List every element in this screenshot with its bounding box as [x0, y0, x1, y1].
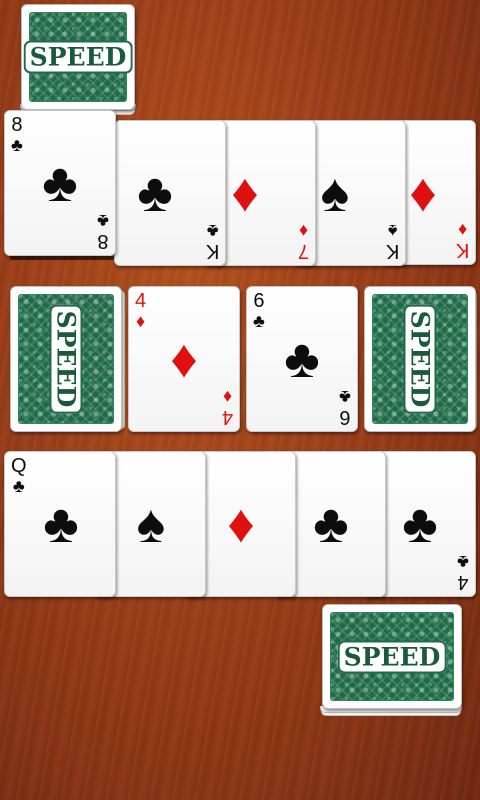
card-rank: 6	[253, 290, 265, 312]
card-corner: 6 ♣	[253, 291, 265, 330]
card-rank: 4	[135, 290, 147, 312]
card-back: SPEED	[21, 4, 135, 110]
card-rank: K	[385, 240, 399, 262]
card-suit-icon: ♦	[222, 387, 233, 407]
play-pile-left[interactable]: 4 ♦ 4 ♦ ♦	[128, 286, 240, 432]
card-suit-icon: ♣	[12, 476, 25, 496]
card-suit-icon: ♦	[135, 311, 146, 331]
card-corner: K ♣	[205, 221, 219, 262]
card-suit-icon: ♣	[457, 552, 469, 572]
card-center-suit-icon: ♦	[170, 329, 198, 389]
card-center-suit-icon: ♠	[136, 494, 166, 554]
card-suit-icon: ♣	[11, 135, 23, 155]
speed-logo: SPEED	[337, 640, 447, 673]
card-suit-icon: ♣	[253, 311, 265, 331]
speed-logo: SPEED	[49, 304, 83, 414]
play-pile-right[interactable]: 6 ♣ 6 ♣ ♣	[246, 286, 358, 432]
card-suit-icon: ♣	[339, 387, 351, 407]
card-suit-icon: ♣	[97, 211, 109, 231]
card-corner: K ♠	[385, 221, 399, 262]
card-back[interactable]: SPEED	[364, 286, 476, 432]
card-center-suit-icon: ♣	[402, 494, 438, 554]
card-corner: K ♦	[455, 220, 469, 261]
card-center-suit-icon: ♣	[137, 163, 173, 223]
card-rank: K	[455, 239, 469, 261]
card-corner: 4 ♦	[135, 291, 146, 330]
speed-logo: SPEED	[23, 40, 133, 74]
card-corner: 8 ♣	[11, 115, 23, 154]
card-rank: 7	[297, 240, 309, 262]
card-center-suit-icon: ♦	[231, 163, 259, 223]
card-center-suit-icon: ♣	[42, 153, 78, 213]
card-center-suit-icon: ♦	[409, 162, 437, 223]
card-corner: 6 ♣	[339, 387, 351, 428]
speed-logo: SPEED	[403, 304, 437, 414]
card-suit-icon: ♣	[206, 221, 219, 241]
card-rank: 4	[221, 406, 233, 428]
card-rank: Q	[11, 455, 27, 477]
card-corner: 8 ♣	[97, 211, 109, 252]
card-center-suit-icon: ♣	[284, 329, 320, 389]
player-hand-card[interactable]: Q ♣ ♣	[4, 451, 116, 597]
card-suit-icon: ♦	[457, 220, 467, 240]
card-corner: 4 ♦	[221, 387, 233, 428]
card-corner: 4 ♣	[457, 552, 469, 593]
card-rank: 4	[457, 571, 469, 593]
card-back[interactable]: SPEED	[10, 286, 122, 432]
card-corner: 7 ♦	[297, 221, 309, 262]
card-center-suit-icon: ♦	[227, 494, 255, 554]
card-center-suit-icon: ♣	[43, 494, 79, 554]
card-suit-icon: ♠	[387, 221, 398, 241]
card-corner: Q ♣	[11, 456, 27, 495]
card-center-suit-icon: ♣	[313, 494, 349, 554]
card-rank: K	[205, 240, 219, 262]
card-back[interactable]: SPEED	[322, 604, 462, 709]
card-center-suit-icon: ♠	[320, 163, 350, 223]
opponent-hand-card: K ♣ ♣	[114, 120, 226, 266]
card-rank: 6	[339, 406, 351, 428]
card-suit-icon: ♦	[298, 221, 309, 241]
opponent-hand-card: 8 ♣ 8 ♣ ♣	[4, 110, 116, 256]
card-rank: 8	[97, 230, 109, 252]
card-rank: 8	[11, 114, 23, 136]
